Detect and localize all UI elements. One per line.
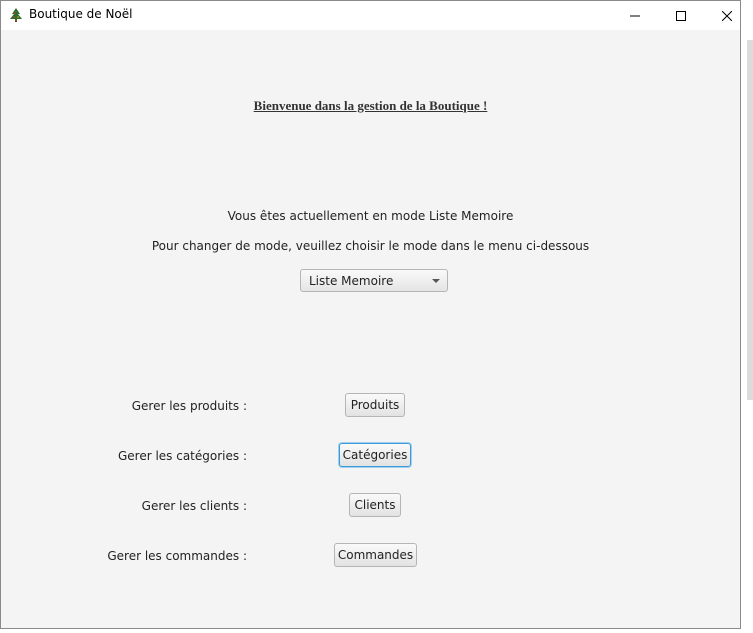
orders-button[interactable]: Commandes [334,543,417,567]
close-button[interactable] [704,1,750,30]
maximize-button[interactable] [658,1,704,30]
current-mode-text: Vous êtes actuellement en mode Liste Mem… [227,209,514,223]
close-icon [722,10,732,21]
window-title: Boutique de Noël [29,7,133,21]
title-bar: Boutique de Noël [1,1,740,30]
app-window: Boutique de Noël Bienvenue dans la gesti… [0,0,741,629]
minimize-icon [630,15,640,16]
manage-products-label: Gerer les produits : [131,399,247,413]
mode-select-value: Liste Memoire [309,273,394,288]
mode-select[interactable]: Liste Memoire [300,269,448,292]
products-button[interactable]: Produits [345,393,405,417]
manage-clients-label: Gerer les clients : [141,499,247,513]
minimize-button[interactable] [612,1,658,30]
maximize-icon [676,10,686,21]
background-window-edge [747,40,753,400]
manage-categories-label: Gerer les catégories : [117,449,247,463]
change-mode-instructions: Pour changer de mode, veuillez choisir l… [151,239,590,253]
chevron-down-icon [432,279,440,283]
categories-button[interactable]: Catégories [339,443,411,467]
welcome-heading: Bienvenue dans la gestion de la Boutique… [253,98,488,113]
main-content: Bienvenue dans la gestion de la Boutique… [1,30,740,628]
manage-orders-label: Gerer les commandes : [107,549,247,563]
clients-button[interactable]: Clients [349,493,401,517]
christmas-tree-icon [10,8,22,22]
